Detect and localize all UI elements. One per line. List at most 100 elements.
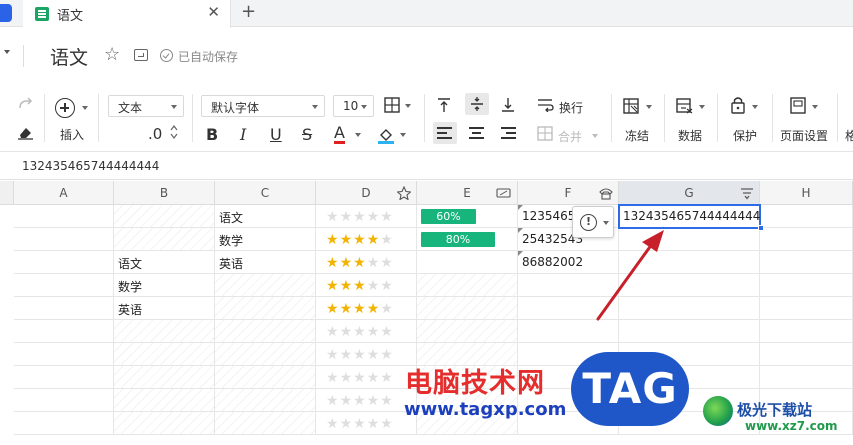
progress-column-icon[interactable] (496, 185, 512, 204)
star-icon[interactable]: ★ (340, 393, 354, 409)
star-rating[interactable]: ★★★★★ (326, 209, 394, 225)
cell-d5[interactable]: ★★★★★ (316, 297, 417, 320)
bold-button[interactable]: B (206, 125, 218, 144)
column-header-a[interactable]: A (14, 181, 114, 205)
star-icon[interactable]: ★ (353, 209, 367, 225)
document-title[interactable]: 语文 (50, 43, 88, 70)
chevron-down-icon[interactable] (400, 133, 406, 137)
border-icon[interactable] (384, 97, 400, 113)
cell-b4[interactable]: 数学 (114, 274, 215, 297)
insert-label[interactable]: 插入 (60, 126, 84, 143)
star-rating[interactable]: ★★★★★ (326, 301, 394, 317)
cell-d9[interactable]: ★★★★★ (316, 389, 417, 412)
cell-d10[interactable]: ★★★★★ (316, 412, 417, 435)
cell-d2[interactable]: ★★★★★ (316, 228, 417, 251)
chevron-down-icon[interactable] (752, 105, 758, 109)
cell-b3[interactable]: 语文 (114, 251, 215, 274)
phone-column-icon[interactable] (598, 185, 614, 204)
chevron-down-icon[interactable] (82, 106, 88, 110)
cell-h4[interactable] (760, 274, 853, 297)
star-icon[interactable]: ★ (340, 278, 354, 294)
star-icon[interactable]: ★ (353, 347, 367, 363)
underline-button[interactable]: U (270, 125, 282, 144)
star-rating[interactable]: ★★★★★ (326, 255, 394, 271)
star-icon[interactable]: ★ (326, 301, 340, 317)
fill-handle[interactable] (758, 225, 764, 231)
freeze-icon[interactable] (623, 98, 639, 114)
strikethrough-button[interactable]: S (302, 125, 312, 144)
star-icon[interactable]: ★ (353, 370, 367, 386)
cell-a5[interactable] (14, 297, 114, 320)
page-setup-icon[interactable] (790, 97, 806, 114)
cell-d3[interactable]: ★★★★★ (316, 251, 417, 274)
star-rating[interactable]: ★★★★★ (326, 393, 394, 409)
cell-b7[interactable] (114, 343, 215, 366)
corner-select-all[interactable] (0, 181, 14, 205)
cell-a3[interactable] (14, 251, 114, 274)
formula-value[interactable]: 132435465744444444 (22, 159, 159, 173)
chevron-down-icon[interactable] (355, 133, 361, 137)
align-bottom-icon[interactable] (501, 97, 515, 113)
star-icon[interactable]: ★ (326, 209, 340, 225)
star-icon[interactable]: ★ (380, 278, 394, 294)
star-rating[interactable]: ★★★★★ (326, 278, 394, 294)
star-rating[interactable]: ★★★★★ (326, 232, 394, 248)
star-icon[interactable]: ★ (353, 301, 367, 317)
filter-icon[interactable] (740, 185, 754, 204)
cell-h3[interactable] (760, 251, 853, 274)
more-label[interactable]: 格 (845, 127, 853, 144)
cell-a2[interactable] (14, 228, 114, 251)
lock-icon[interactable] (731, 96, 745, 114)
cell-e1[interactable]: 60% (417, 205, 518, 228)
cell-h5[interactable] (760, 297, 853, 320)
cell-b5[interactable]: 英语 (114, 297, 215, 320)
rating-column-icon[interactable] (396, 185, 412, 204)
star-icon[interactable]: ★ (353, 278, 367, 294)
cell-c1[interactable]: 语文 (215, 205, 316, 228)
cell-b6[interactable] (114, 320, 215, 343)
page-setup-label[interactable]: 页面设置 (780, 127, 828, 144)
column-header-b[interactable]: B (114, 181, 215, 205)
star-icon[interactable]: ★ (340, 347, 354, 363)
star-rating[interactable]: ★★★★★ (326, 416, 394, 432)
star-icon[interactable]: ★ (380, 416, 394, 432)
cell-a6[interactable] (14, 320, 114, 343)
cell-b1[interactable] (114, 205, 215, 228)
star-icon[interactable]: ★ (380, 324, 394, 340)
cell-e5[interactable] (417, 297, 518, 320)
menu-caret-icon[interactable] (4, 50, 10, 54)
column-header-g[interactable]: G (619, 181, 760, 205)
chevron-down-icon[interactable] (812, 105, 818, 109)
cell-c2[interactable]: 数学 (215, 228, 316, 251)
star-icon[interactable]: ★ (367, 255, 381, 271)
cell-h7[interactable] (760, 343, 853, 366)
column-header-h[interactable]: H (760, 181, 853, 205)
cell-a8[interactable] (14, 366, 114, 389)
star-icon[interactable]: ★ (340, 324, 354, 340)
star-icon[interactable]: ★ (380, 393, 394, 409)
star-icon[interactable]: ★ (353, 416, 367, 432)
chevron-down-icon[interactable] (699, 105, 705, 109)
star-icon[interactable]: ★ (380, 255, 394, 271)
star-icon[interactable]: ★ (367, 232, 381, 248)
star-icon[interactable]: ★ (326, 255, 340, 271)
star-icon[interactable]: ★ (353, 393, 367, 409)
chevron-down-icon[interactable] (646, 105, 652, 109)
star-icon[interactable]: ★ (353, 324, 367, 340)
wrap-label[interactable]: 换行 (559, 99, 583, 116)
cell-b2[interactable] (114, 228, 215, 251)
align-left-button[interactable] (433, 122, 457, 144)
star-icon[interactable]: ★ (380, 347, 394, 363)
protect-label[interactable]: 保护 (733, 127, 757, 144)
formula-bar[interactable]: 132435465744444444 (0, 152, 853, 180)
cell-c10[interactable] (215, 412, 316, 435)
align-middle-button[interactable] (465, 93, 489, 115)
star-rating[interactable]: ★★★★★ (326, 370, 394, 386)
font-size-select[interactable]: 10 (333, 95, 374, 117)
align-right-icon[interactable] (501, 126, 517, 140)
cell-d8[interactable]: ★★★★★ (316, 366, 417, 389)
star-icon[interactable]: ★ (380, 232, 394, 248)
star-icon[interactable]: ★ (367, 416, 381, 432)
star-icon[interactable]: ★ (380, 370, 394, 386)
redo-icon[interactable] (18, 97, 34, 111)
